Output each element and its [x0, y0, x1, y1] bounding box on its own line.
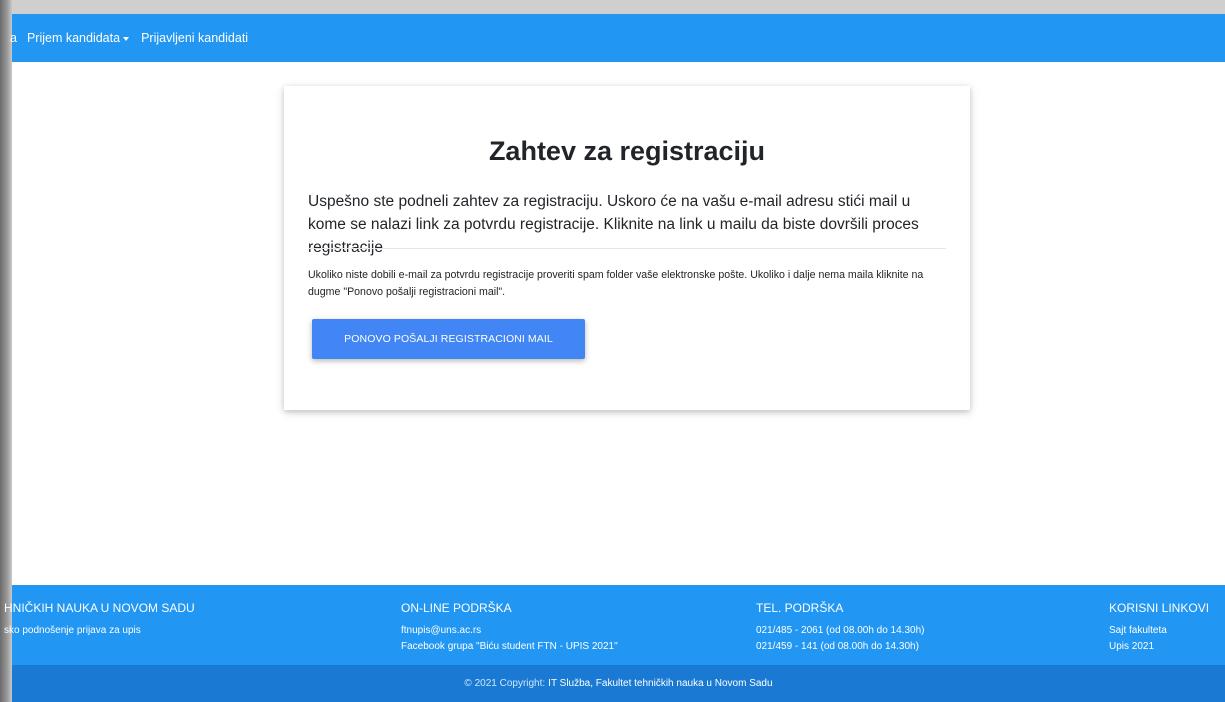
- footer-col-faculty: HNIČKIH NAUKA U NOVOM SADU sko podnošenj…: [4, 601, 195, 637]
- footer-phone-2: 021/459 - 141 (od 08.00h do 14.30h): [756, 641, 919, 652]
- registration-card: Zahtev za registraciju Uspešno ste podne…: [284, 86, 970, 410]
- footer-col-phone-support: TEL. PODRŠKA 021/485 - 2061 (od 08.00h d…: [756, 601, 924, 653]
- footer-col-online-support: ON-LINE PODRŠKA ftnupis@uns.ac.rs Facebo…: [401, 601, 618, 653]
- help-note: Ukoliko niste dobili e-mail za potvrdu r…: [308, 269, 924, 298]
- footer-link-faculty-site[interactable]: Sajt fakulteta: [1109, 624, 1209, 637]
- nav-item-prijavljeni-kandidati[interactable]: Prijavljeni kandidati: [141, 31, 248, 45]
- copyright-link[interactable]: IT Služba, Fakultet tehničkih nauka u No…: [548, 678, 772, 689]
- window-frame-top: [0, 0, 1225, 14]
- page: a Prijem kandidata Prijavljeni kandidati…: [4, 14, 1225, 702]
- footer-heading: HNIČKIH NAUKA U NOVOM SADU: [4, 601, 195, 615]
- page-title: Zahtev za registraciju: [488, 136, 766, 166]
- footer-copyright: © 2021 Copyright: IT Služba, Fakultet te…: [12, 665, 1225, 702]
- top-navbar: a Prijem kandidata Prijavljeni kandidati: [10, 14, 1225, 62]
- footer-phone-1: 021/485 - 2061 (od 08.00h do 14.30h): [756, 625, 925, 636]
- copyright-text: © 2021 Copyright:: [464, 678, 546, 689]
- nav-item-prijem-kandidata[interactable]: Prijem kandidata: [26, 31, 130, 45]
- resend-registration-mail-button[interactable]: PONOVO POŠALJI REGISTRACIONI MAIL: [312, 319, 585, 359]
- footer: HNIČKIH NAUKA U NOVOM SADU sko podnošenj…: [4, 585, 1225, 665]
- divider: [308, 248, 946, 249]
- window-frame-left: [0, 0, 12, 702]
- footer-heading: ON-LINE PODRŠKA: [401, 601, 512, 615]
- footer-heading: TEL. PODRŠKA: [756, 601, 844, 615]
- footer-heading: KORISNI LINKOVI: [1109, 601, 1210, 615]
- footer-email-link[interactable]: ftnupis@uns.ac.rs: [401, 624, 618, 637]
- nav-item-truncated[interactable]: a: [10, 31, 17, 45]
- footer-link-upis[interactable]: Upis 2021: [1109, 640, 1209, 653]
- caret-down-icon: [123, 36, 130, 41]
- footer-facebook-link[interactable]: Facebook grupa "Biću student FTN - UPIS …: [401, 640, 618, 653]
- footer-link[interactable]: sko podnošenje prijava za upis: [4, 624, 195, 637]
- nav-item-label: Prijem kandidata: [26, 31, 121, 45]
- footer-col-useful-links: KORISNI LINKOVI Sajt fakulteta Upis 2021: [1109, 601, 1209, 653]
